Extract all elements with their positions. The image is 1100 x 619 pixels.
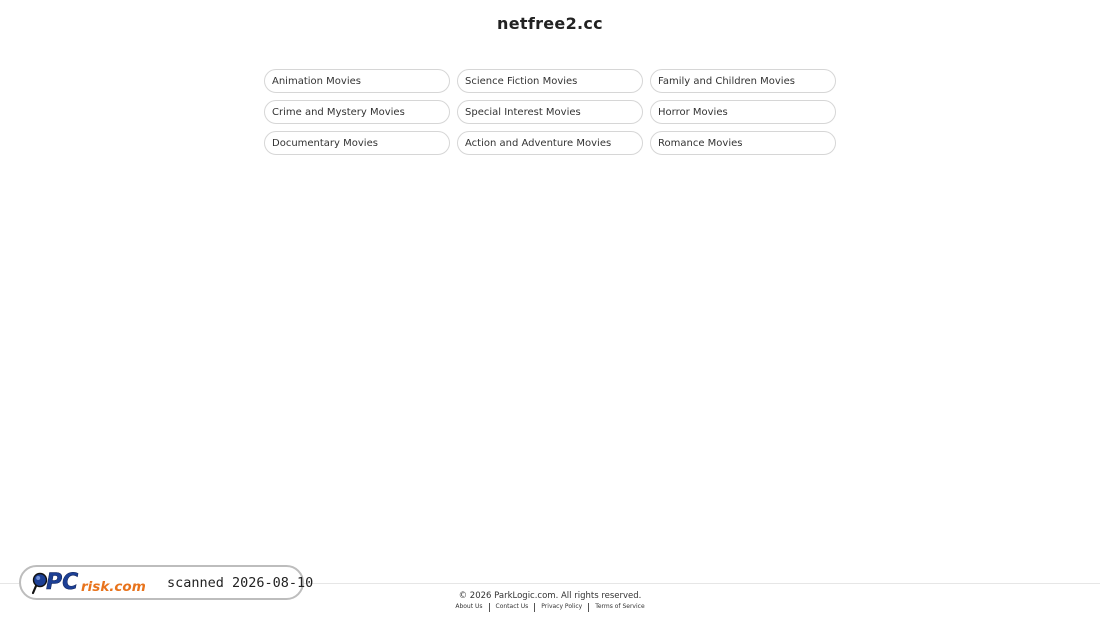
footer-link-contact-us[interactable]: Contact Us: [490, 602, 535, 612]
pcrisk-scan-badge: PC risk.com scanned 2026-08-10: [19, 565, 313, 600]
category-link-label: Animation Movies: [272, 75, 361, 87]
category-link-label: Horror Movies: [658, 106, 728, 118]
category-links-grid: Animation Movies Science Fiction Movies …: [264, 69, 837, 155]
footer-links: About Us Contact Us Privacy Policy Terms…: [0, 602, 1100, 612]
svg-text:risk.com: risk.com: [81, 579, 146, 595]
category-link-special-interest[interactable]: Special Interest Movies: [457, 100, 643, 124]
scan-date-text: scanned 2026-08-10: [167, 574, 314, 591]
category-link-label: Action and Adventure Movies: [465, 137, 612, 149]
pcrisk-logo: PC risk.com: [31, 567, 156, 598]
category-link-label: Family and Children Movies: [658, 75, 795, 87]
page: netfree2.cc Animation Movies Science Fic…: [0, 0, 1100, 619]
svg-text:PC: PC: [46, 570, 78, 595]
site-title: netfree2.cc: [497, 14, 603, 33]
category-link-documentary[interactable]: Documentary Movies: [264, 131, 450, 155]
category-link-horror[interactable]: Horror Movies: [650, 100, 836, 124]
category-link-label: Documentary Movies: [272, 137, 378, 149]
category-link-action-adventure[interactable]: Action and Adventure Movies: [457, 131, 643, 155]
footer-link-privacy-policy[interactable]: Privacy Policy: [535, 602, 588, 612]
category-link-label: Romance Movies: [658, 137, 743, 149]
category-link-family-children[interactable]: Family and Children Movies: [650, 69, 836, 93]
category-link-crime-mystery[interactable]: Crime and Mystery Movies: [264, 100, 450, 124]
pcrisk-logo-icon: PC risk.com: [31, 570, 146, 595]
category-link-label: Special Interest Movies: [465, 106, 581, 118]
category-link-label: Crime and Mystery Movies: [272, 106, 405, 118]
footer-link-about-us[interactable]: About Us: [449, 602, 488, 612]
footer-link-terms-of-service[interactable]: Terms of Service: [589, 602, 650, 612]
category-link-label: Science Fiction Movies: [465, 75, 578, 87]
category-link-science-fiction[interactable]: Science Fiction Movies: [457, 69, 643, 93]
category-link-romance[interactable]: Romance Movies: [650, 131, 836, 155]
category-link-animation[interactable]: Animation Movies: [264, 69, 450, 93]
